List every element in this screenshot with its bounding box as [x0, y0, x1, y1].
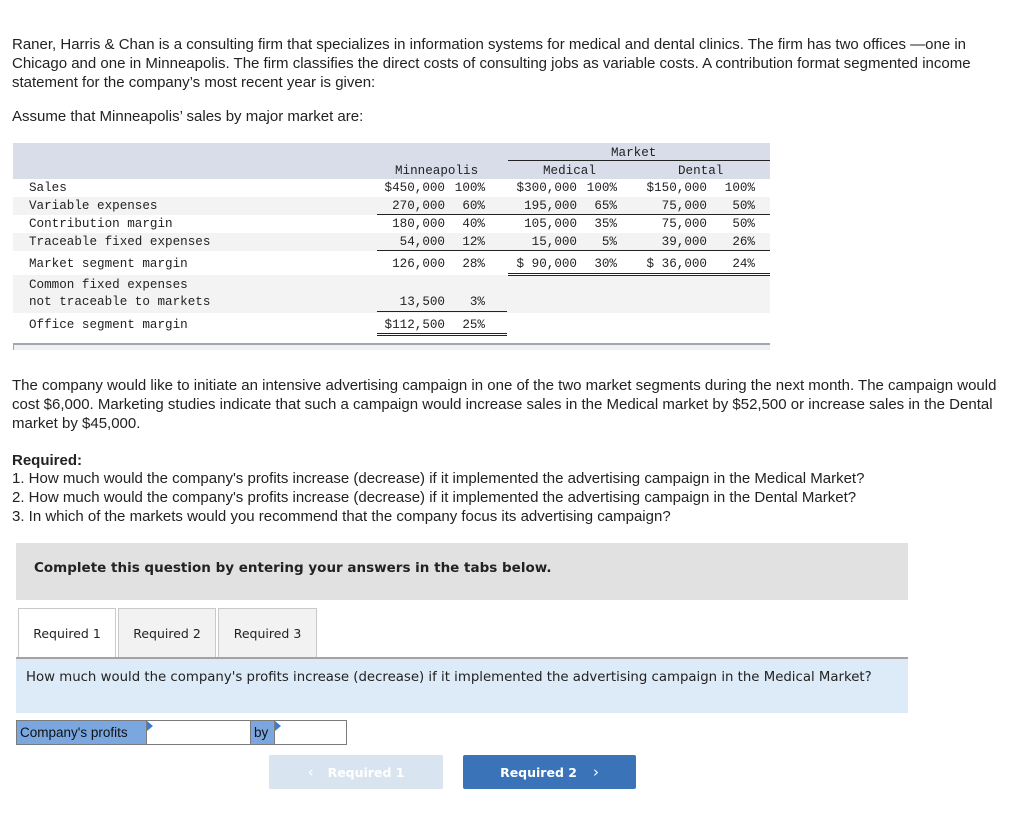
tab-required-3[interactable]: Required 3: [218, 608, 317, 658]
profit-direction-select[interactable]: [147, 721, 251, 744]
cell-value: 39,000: [661, 235, 707, 249]
cell-value: $ 90,000: [516, 257, 577, 271]
by-label: by: [251, 721, 275, 744]
cell-percent: 60%: [462, 199, 485, 213]
cell-percent: 25%: [462, 318, 485, 332]
cell-value: 54,000: [399, 235, 445, 249]
underline-rule: [377, 311, 507, 312]
statement-bottom-border: [13, 343, 770, 350]
cell-percent: 5%: [601, 235, 617, 249]
cell-percent: 24%: [732, 257, 755, 271]
profit-amount-field[interactable]: [275, 721, 346, 744]
cell-percent: 50%: [732, 217, 755, 231]
problem-intro: Raner, Harris & Chan is a consulting fir…: [12, 36, 971, 91]
cell-percent: 26%: [732, 235, 755, 249]
column-header-dental: Dental: [678, 164, 724, 178]
profit-direction-input[interactable]: [147, 721, 250, 744]
cell-value: $150,000: [646, 181, 707, 195]
cell-percent: 35%: [594, 217, 617, 231]
cell-value: 15,000: [531, 235, 577, 249]
required-item-3: 3. In which of the markets would you rec…: [12, 508, 671, 525]
market-header-rule: [508, 160, 770, 161]
campaign-description: The company would like to initiate an in…: [12, 377, 997, 432]
cell-value: 195,000: [524, 199, 577, 213]
chevron-right-icon: ›: [592, 763, 599, 781]
row-label-office-segment-margin: Office segment margin: [29, 318, 188, 332]
instruction-banner: Complete this question by entering your …: [16, 543, 908, 600]
next-required-button[interactable]: Required 2 ›: [463, 755, 636, 789]
column-header-medical: Medical: [543, 164, 596, 178]
cell-value: 13,500: [399, 295, 445, 309]
cell-percent: 12%: [462, 235, 485, 249]
row-label-contribution-margin: Contribution margin: [29, 217, 173, 231]
underline-rule: [377, 214, 770, 215]
cell-percent: 100%: [454, 181, 485, 195]
cell-percent: 50%: [732, 199, 755, 213]
required-item-2: 2. How much would the company's profits …: [12, 489, 857, 506]
cell-value: 180,000: [392, 217, 445, 231]
segmented-income-statement: Market Minneapolis Medical Dental Sales …: [13, 143, 770, 350]
cell-percent: 100%: [586, 181, 617, 195]
row-label-variable-expenses: Variable expenses: [29, 199, 158, 213]
required-item-1: 1. How much would the company's profits …: [12, 470, 865, 487]
answer-label: Company's profits: [17, 721, 147, 744]
underline-rule: [377, 250, 770, 251]
cell-value: 270,000: [392, 199, 445, 213]
double-underline-rule: [508, 273, 770, 276]
answer-row: Company's profits by: [16, 720, 347, 745]
cell-value: 126,000: [392, 257, 445, 271]
problem-assumption: Assume that Minneapolis’ sales by major …: [12, 108, 364, 125]
column-header-minneapolis: Minneapolis: [395, 164, 479, 178]
row-label-not-traceable: not traceable to markets: [29, 295, 211, 309]
cell-value: $112,500: [384, 318, 445, 332]
tab-question: How much would the company's profits inc…: [16, 659, 908, 713]
statement-header-band: [13, 143, 770, 179]
prev-button-label: Required 1: [327, 765, 405, 780]
cell-percent: 28%: [462, 257, 485, 271]
cell-percent: 65%: [594, 199, 617, 213]
cell-value: 75,000: [661, 217, 707, 231]
row-label-common-fixed: Common fixed expenses: [29, 278, 188, 292]
cell-percent: 40%: [462, 217, 485, 231]
profit-amount-input[interactable]: [275, 721, 346, 744]
prev-required-button[interactable]: ‹ Required 1: [269, 755, 443, 789]
cell-value: 75,000: [661, 199, 707, 213]
tab-required-2[interactable]: Required 2: [118, 608, 216, 658]
row-label-traceable-fixed: Traceable fixed expenses: [29, 235, 211, 249]
tab-required-1[interactable]: Required 1: [18, 608, 116, 659]
cell-value: $300,000: [516, 181, 577, 195]
dropdown-indicator-icon: [147, 721, 153, 731]
cell-value: $450,000: [384, 181, 445, 195]
cell-value: $ 36,000: [646, 257, 707, 271]
double-underline-rule: [377, 333, 507, 336]
row-label-sales: Sales: [29, 181, 67, 195]
cell-percent: 100%: [724, 181, 755, 195]
dropdown-indicator-icon: [275, 721, 281, 731]
cell-percent: 30%: [594, 257, 617, 271]
row-label-market-segment-margin: Market segment margin: [29, 257, 188, 271]
cell-percent: 3%: [469, 295, 485, 309]
market-group-header: Market: [611, 146, 657, 160]
chevron-left-icon: ‹: [307, 763, 314, 781]
required-heading: Required:: [12, 452, 83, 469]
next-button-label: Required 2: [500, 765, 577, 780]
required-list: 1. How much would the company's profits …: [12, 469, 1012, 526]
cell-value: 105,000: [524, 217, 577, 231]
